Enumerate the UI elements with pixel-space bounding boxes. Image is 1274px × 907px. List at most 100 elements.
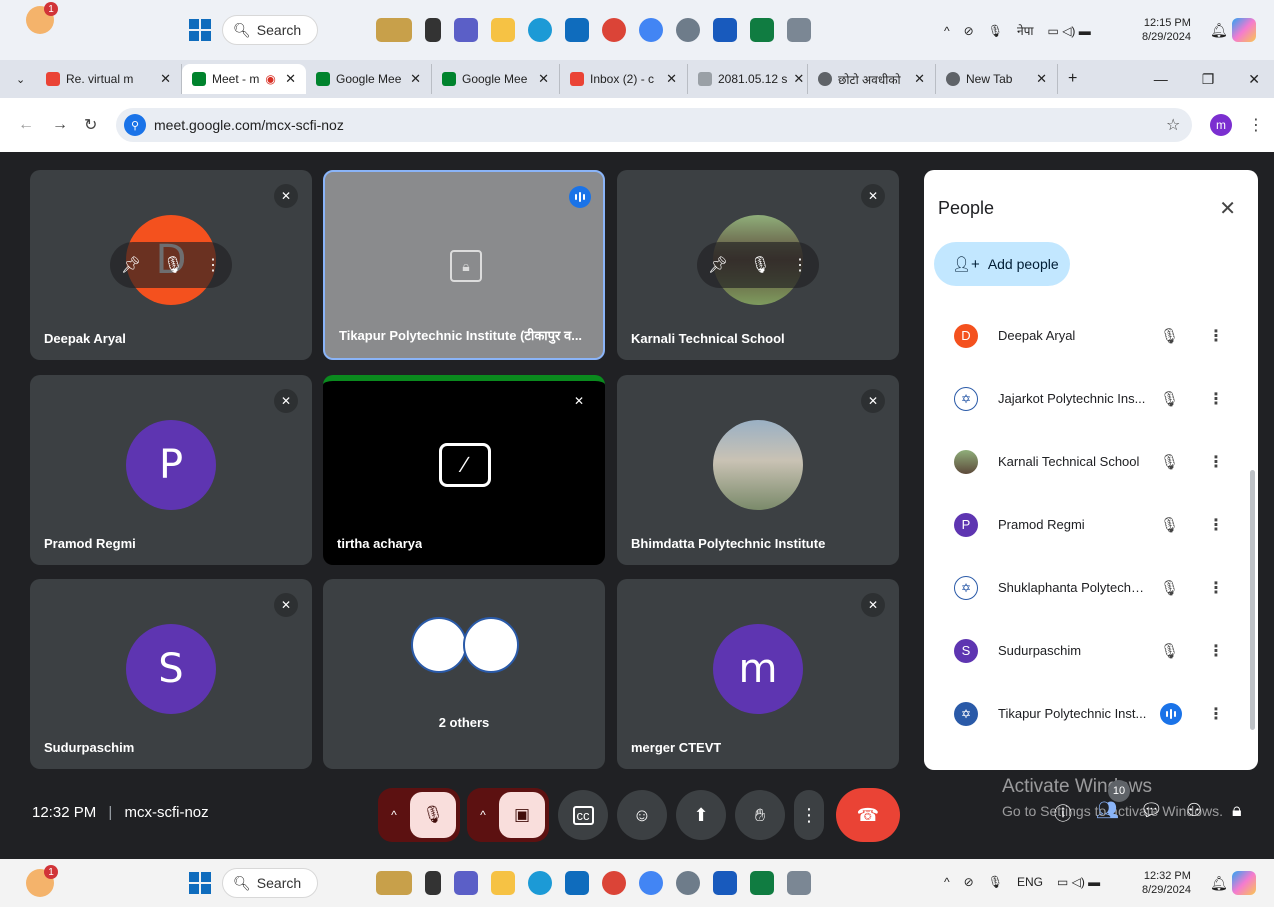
mute-participant-icon[interactable]: 🎙︎ bbox=[750, 255, 770, 275]
info-icon[interactable]: ⓘ bbox=[1054, 800, 1072, 826]
more-options-icon[interactable]: ⋮ bbox=[1208, 578, 1224, 598]
list-item[interactable]: ✡ Shuklaphanta Polytechn... 🎙︎ ⋮ bbox=[924, 556, 1258, 619]
chrome-icon[interactable] bbox=[602, 18, 626, 42]
word-icon[interactable] bbox=[713, 871, 737, 895]
captions-button[interactable]: cc bbox=[558, 790, 608, 840]
list-item[interactable]: P Pramod Regmi 🎙︎ ⋮ bbox=[924, 493, 1258, 556]
word-icon[interactable] bbox=[713, 18, 737, 42]
task-view-icon[interactable] bbox=[425, 871, 441, 895]
sync-off-icon[interactable]: ⊘ bbox=[964, 24, 974, 38]
teams-icon[interactable] bbox=[454, 871, 478, 895]
more-options-icon[interactable]: ⋮ bbox=[1208, 389, 1224, 409]
list-item[interactable]: S Sudurpaschim 🎙︎ ⋮ bbox=[924, 619, 1258, 682]
archive-icon[interactable] bbox=[787, 871, 811, 895]
tab-3[interactable]: Google Mee ✕ bbox=[432, 64, 560, 94]
raise-hand-button[interactable]: ✋︎ bbox=[735, 790, 785, 840]
more-options-icon[interactable]: ⋮ bbox=[1208, 452, 1224, 472]
weather-icon[interactable]: 1 bbox=[26, 865, 58, 897]
taskbar-search[interactable]: 🔍︎ Search bbox=[222, 15, 318, 45]
close-icon[interactable]: ✕ bbox=[160, 71, 171, 87]
tab-4[interactable]: Inbox (2) - c ✕ bbox=[560, 64, 688, 94]
mic-off-icon[interactable]: 🎙︎ bbox=[1160, 453, 1179, 471]
store-icon[interactable] bbox=[565, 18, 589, 42]
list-item[interactable]: ✡ Jajarkot Polytechnic Ins... 🎙︎ ⋮ bbox=[924, 367, 1258, 430]
sync-off-icon[interactable]: ⊘ bbox=[964, 875, 974, 889]
bookmark-star-icon[interactable]: ☆ bbox=[1166, 115, 1180, 135]
windows-start-icon[interactable] bbox=[189, 19, 211, 41]
new-tab-icon[interactable]: + bbox=[1068, 70, 1077, 88]
edge-icon[interactable] bbox=[528, 871, 552, 895]
participant-tile[interactable]: m ✕ merger CTEVT bbox=[617, 579, 899, 769]
tab-6[interactable]: छोटो अवधीको ✕ bbox=[808, 64, 936, 94]
close-icon[interactable]: ✕ bbox=[666, 71, 677, 87]
chat-icon[interactable]: 💬︎ bbox=[1140, 800, 1163, 821]
edge-icon[interactable] bbox=[528, 18, 552, 42]
copilot-icon[interactable] bbox=[1232, 871, 1256, 895]
list-item[interactable]: ✡ Tikapur Polytechnic Inst... ⋮ bbox=[924, 682, 1258, 745]
chevron-up-icon[interactable]: ^ bbox=[378, 808, 410, 822]
teams-icon[interactable] bbox=[454, 18, 478, 42]
network-sound-battery-icon[interactable]: ▭ ◁) ▬ bbox=[1048, 24, 1091, 38]
pin-icon[interactable]: 📌︎ bbox=[708, 255, 728, 275]
participant-tile[interactable]: 🔒︎ Tikapur Polytechnic Institute (टीकापु… bbox=[323, 170, 605, 360]
close-icon[interactable]: ✕ bbox=[914, 71, 925, 87]
participant-tile[interactable]: ✕ Bhimdatta Polytechnic Institute bbox=[617, 375, 899, 565]
close-icon[interactable]: ✕ bbox=[1036, 71, 1047, 87]
site-info-icon[interactable]: ⚲ bbox=[124, 114, 146, 136]
emoji-button[interactable]: ☺ bbox=[617, 790, 667, 840]
participant-tile[interactable]: S ✕ Sudurpaschim bbox=[30, 579, 312, 769]
more-options-icon[interactable]: ⋮ bbox=[792, 255, 808, 275]
others-tile[interactable]: 2 others bbox=[323, 579, 605, 769]
more-options-button[interactable]: ⋮ bbox=[794, 790, 824, 840]
taskbar-clock[interactable]: 12:15 PM 8/29/2024 bbox=[1142, 16, 1191, 44]
mic-off-button[interactable]: 🎙︎ bbox=[410, 792, 456, 838]
list-item[interactable]: D Deepak Aryal 🎙︎ ⋮ bbox=[924, 304, 1258, 367]
settings-icon[interactable] bbox=[676, 18, 700, 42]
chrome-profile-icon[interactable] bbox=[639, 18, 663, 42]
windows-start-icon[interactable] bbox=[189, 872, 211, 894]
participant-tile[interactable]: P ✕ Pramod Regmi bbox=[30, 375, 312, 565]
microphone-icon[interactable]: 🎙︎ bbox=[988, 24, 1003, 38]
close-icon[interactable]: ✕ bbox=[793, 71, 804, 87]
chrome-profile-icon[interactable] bbox=[639, 871, 663, 895]
language-indicator[interactable]: ENG bbox=[1017, 875, 1043, 889]
more-options-icon[interactable]: ⋮ bbox=[205, 255, 221, 275]
excel-icon[interactable] bbox=[750, 871, 774, 895]
close-icon[interactable]: ✕ bbox=[285, 71, 296, 87]
mic-off-icon[interactable]: 🎙︎ bbox=[1160, 579, 1179, 597]
profile-avatar[interactable]: m bbox=[1210, 114, 1232, 136]
close-icon[interactable]: ✕ bbox=[410, 71, 421, 87]
reload-icon[interactable]: ↻ bbox=[84, 115, 97, 135]
more-options-icon[interactable]: ⋮ bbox=[1208, 704, 1224, 724]
pin-icon[interactable]: 📌︎ bbox=[121, 255, 141, 275]
mic-off-icon[interactable]: 🎙︎ bbox=[1160, 327, 1179, 345]
more-options-icon[interactable]: ⋮ bbox=[1208, 515, 1224, 535]
taskbar-search[interactable]: 🔍︎ Search bbox=[222, 868, 318, 898]
scrollbar[interactable] bbox=[1250, 470, 1255, 730]
forward-icon[interactable]: → bbox=[52, 116, 68, 134]
mic-off-icon[interactable]: 🎙︎ bbox=[1160, 390, 1179, 408]
host-controls-icon[interactable]: 🔒︎ bbox=[1232, 800, 1242, 821]
more-options-icon[interactable]: ⋮ bbox=[1208, 326, 1224, 346]
mute-participant-icon[interactable]: 🎙︎ bbox=[163, 255, 183, 275]
bell-icon[interactable]: 🔔︎ bbox=[1210, 22, 1228, 39]
tab-1[interactable]: Meet - m ◉ ✕ bbox=[182, 64, 306, 94]
excel-icon[interactable] bbox=[750, 18, 774, 42]
back-icon[interactable]: ← bbox=[18, 116, 34, 134]
list-item[interactable]: Karnali Technical School 🎙︎ ⋮ bbox=[924, 430, 1258, 493]
microphone-icon[interactable]: 🎙︎ bbox=[988, 875, 1003, 889]
tab-0[interactable]: Re. virtual m ✕ bbox=[36, 64, 182, 94]
camera-off-button[interactable]: ▣ bbox=[499, 792, 545, 838]
chrome-icon[interactable] bbox=[602, 871, 626, 895]
url-field[interactable]: ⚲ meet.google.com/mcx-scfi-noz bbox=[116, 108, 1192, 142]
tab-7[interactable]: New Tab ✕ bbox=[936, 64, 1058, 94]
activities-icon[interactable]: ⚇ bbox=[1186, 800, 1202, 821]
chevron-up-icon[interactable]: ^ bbox=[944, 875, 950, 889]
tab-search-icon[interactable]: ⌄ bbox=[16, 73, 36, 86]
close-icon[interactable]: ✕ bbox=[538, 71, 549, 87]
participant-tile[interactable]: D 📌︎ 🎙︎ ⋮ ✕ Deepak Aryal bbox=[30, 170, 312, 360]
copilot-icon[interactable] bbox=[1232, 18, 1256, 42]
game-app-icon[interactable] bbox=[376, 18, 412, 42]
people-icon[interactable]: 👥︎ bbox=[1096, 800, 1119, 821]
bell-icon[interactable]: 🔔︎ bbox=[1210, 875, 1228, 892]
